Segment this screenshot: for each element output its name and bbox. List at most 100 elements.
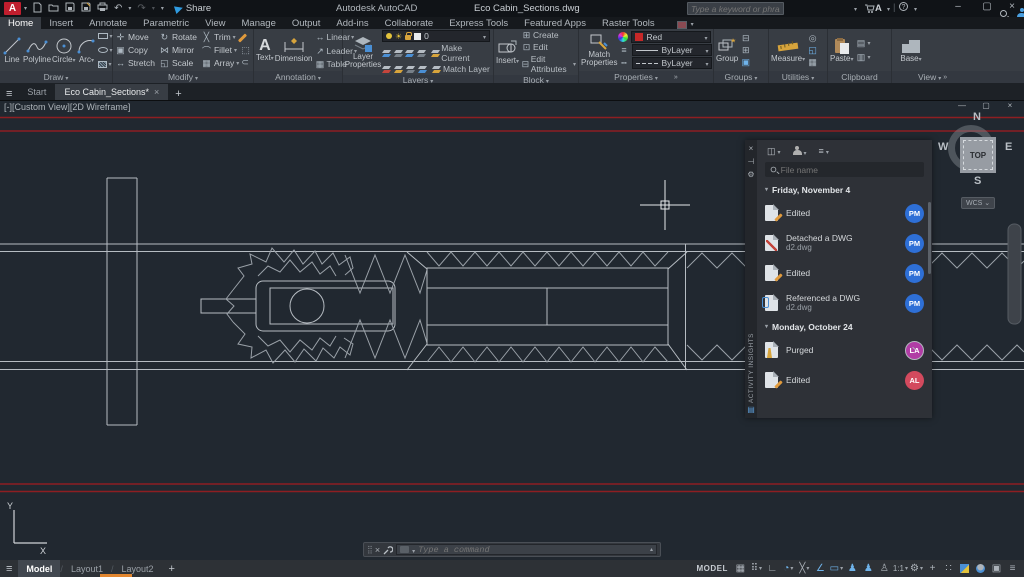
- rotate-button[interactable]: ↻Rotate: [159, 32, 197, 43]
- avatar[interactable]: AL: [905, 371, 924, 390]
- viewcube-north[interactable]: N: [973, 111, 981, 123]
- erase-tool[interactable]: [241, 33, 250, 43]
- activity-scrollbar[interactable]: [928, 202, 931, 274]
- view-options-icon[interactable]: ◫: [767, 146, 781, 157]
- quick-calculator-tool[interactable]: ▦: [807, 57, 818, 67]
- customization-menu-icon[interactable]: ≡: [1005, 561, 1020, 576]
- workspace-gear-toggle[interactable]: ⚙: [909, 561, 924, 576]
- explode-tool[interactable]: ⬚: [241, 45, 250, 55]
- ribbon-tab-featured-apps[interactable]: Featured Apps: [516, 17, 594, 29]
- edit-block-button[interactable]: ⊡Edit: [521, 42, 576, 52]
- point-style-tool[interactable]: ◱: [807, 45, 818, 55]
- group-button[interactable]: Group: [716, 37, 738, 63]
- layer-tool-icon[interactable]: [418, 65, 428, 74]
- tab-close-icon[interactable]: ×: [154, 87, 159, 97]
- layer-tool-icon[interactable]: [417, 49, 427, 58]
- viewcube-west[interactable]: W: [938, 141, 948, 153]
- ribbon-tab-raster-tools[interactable]: Raster Tools: [594, 17, 663, 29]
- layer-tool-icon[interactable]: [382, 65, 392, 74]
- create-block-button[interactable]: ⊞Create: [521, 30, 576, 40]
- annotation-monitor-toggle[interactable]: +: [925, 561, 940, 576]
- tab-document[interactable]: Eco Cabin_Sections*×: [55, 84, 168, 100]
- command-history-arrow-icon[interactable]: ▴: [650, 546, 653, 553]
- panel-label-modify[interactable]: Modify: [113, 71, 253, 83]
- linetype-select[interactable]: ByLayer: [632, 57, 712, 69]
- layout-menu-icon[interactable]: ≡: [0, 563, 18, 575]
- panel-label-annotation[interactable]: Annotation: [254, 71, 342, 83]
- tab-start[interactable]: Start: [18, 84, 55, 100]
- share-label[interactable]: Share: [186, 3, 211, 14]
- activity-entry[interactable]: Edited AL: [757, 365, 932, 395]
- match-properties-button[interactable]: Match Properties: [581, 33, 617, 67]
- ribbon-tab-view[interactable]: View: [197, 17, 233, 29]
- panel-label-clipboard[interactable]: Clipboard: [828, 71, 891, 83]
- new-drawing-tab-button[interactable]: +: [168, 88, 188, 100]
- activity-entry[interactable]: Edited PM: [757, 198, 932, 228]
- app-menu-arrow-icon[interactable]: [24, 1, 27, 16]
- plot-icon[interactable]: [97, 2, 108, 15]
- panel-autohide-icon[interactable]: ⊣: [748, 157, 755, 166]
- save-icon[interactable]: [65, 2, 75, 15]
- color-wheel-icon[interactable]: [618, 32, 628, 42]
- file-tab-menu-icon[interactable]: ≡: [0, 88, 18, 100]
- ribbon-tab-insert[interactable]: Insert: [41, 17, 81, 29]
- viewport-controls-label[interactable]: [-][Custom View][2D Wireframe]: [4, 102, 130, 112]
- wcs-dropdown[interactable]: WCS ⌄: [961, 197, 995, 209]
- share-icon[interactable]: [174, 3, 184, 13]
- quick-select-tool[interactable]: ◎: [807, 33, 818, 43]
- avatar[interactable]: PM: [905, 264, 924, 283]
- copy-clip-tool[interactable]: ▥: [855, 51, 870, 63]
- save-as-icon[interactable]: [81, 2, 91, 15]
- command-bar-grip[interactable]: ⣿: [367, 545, 372, 554]
- dimension-button[interactable]: Dimension: [275, 37, 313, 63]
- layer-select[interactable]: ☀ 0: [382, 30, 490, 42]
- layer-tool-icon[interactable]: [405, 49, 415, 58]
- command-icon[interactable]: [400, 546, 409, 553]
- insert-button[interactable]: Insert: [496, 39, 519, 66]
- layer-tool-icon[interactable]: [406, 65, 416, 74]
- keyword-search-box[interactable]: [687, 2, 784, 15]
- undo-arrow-icon[interactable]: [128, 1, 131, 16]
- move-button[interactable]: ✛Move: [115, 32, 155, 43]
- autodesk-a-icon[interactable]: A: [875, 3, 882, 14]
- trim-button[interactable]: ╳Trim: [201, 32, 239, 43]
- ribbon-tab-express-tools[interactable]: Express Tools: [441, 17, 516, 29]
- make-current-button[interactable]: Make Current: [431, 43, 491, 63]
- units-toggle[interactable]: ∷: [941, 561, 956, 576]
- activity-search-input[interactable]: [781, 165, 919, 175]
- lineweight-icon[interactable]: ≡: [618, 45, 629, 55]
- annotation-scale-icon[interactable]: ♙: [877, 561, 892, 576]
- customize-wrench-icon[interactable]: [383, 545, 393, 555]
- minimize-button[interactable]: –: [946, 1, 970, 12]
- ribbon-tab-manage[interactable]: Manage: [234, 17, 284, 29]
- qat-customize-icon[interactable]: [161, 1, 164, 16]
- autocad-logo[interactable]: A: [4, 2, 21, 15]
- activity-entry[interactable]: Detached a DWGd2.dwg PM: [757, 228, 932, 258]
- ribbon-display-arrow-icon[interactable]: [691, 18, 694, 29]
- polyline-button[interactable]: Polyline: [23, 36, 51, 64]
- vp-restore-icon[interactable]: ▢: [974, 101, 998, 110]
- avatar[interactable]: PM: [905, 204, 924, 223]
- ribbon-tab-collaborate[interactable]: Collaborate: [377, 17, 442, 29]
- open-folder-icon[interactable]: [48, 3, 59, 15]
- ribbon-tab-addins[interactable]: Add-ins: [328, 17, 376, 29]
- arc-button[interactable]: Arc: [76, 36, 96, 65]
- ellipse-tool[interactable]: [98, 44, 112, 56]
- activity-search-box[interactable]: [765, 162, 924, 177]
- isolate-objects-toggle[interactable]: [973, 561, 988, 576]
- redo-arrow-icon[interactable]: [152, 1, 155, 16]
- vp-minimize-icon[interactable]: —: [950, 101, 974, 110]
- restore-button[interactable]: ▢: [975, 1, 999, 12]
- undo-icon[interactable]: ↶: [114, 2, 122, 15]
- keyword-search-input[interactable]: [691, 4, 780, 14]
- vp-close-icon[interactable]: ×: [998, 101, 1022, 110]
- base-button[interactable]: Base: [900, 37, 922, 64]
- avatar[interactable]: PM: [905, 234, 924, 253]
- user-menu-arrow-icon[interactable]: [854, 2, 857, 17]
- user-filter-icon[interactable]: [793, 146, 807, 157]
- panel-settings-icon[interactable]: ⚙: [747, 170, 754, 179]
- paste-button[interactable]: Paste: [830, 37, 853, 64]
- linetype-icon[interactable]: ┅: [618, 58, 629, 69]
- panel-label-properties[interactable]: Properties»: [579, 71, 713, 83]
- offset-tool[interactable]: ⊂: [241, 57, 250, 67]
